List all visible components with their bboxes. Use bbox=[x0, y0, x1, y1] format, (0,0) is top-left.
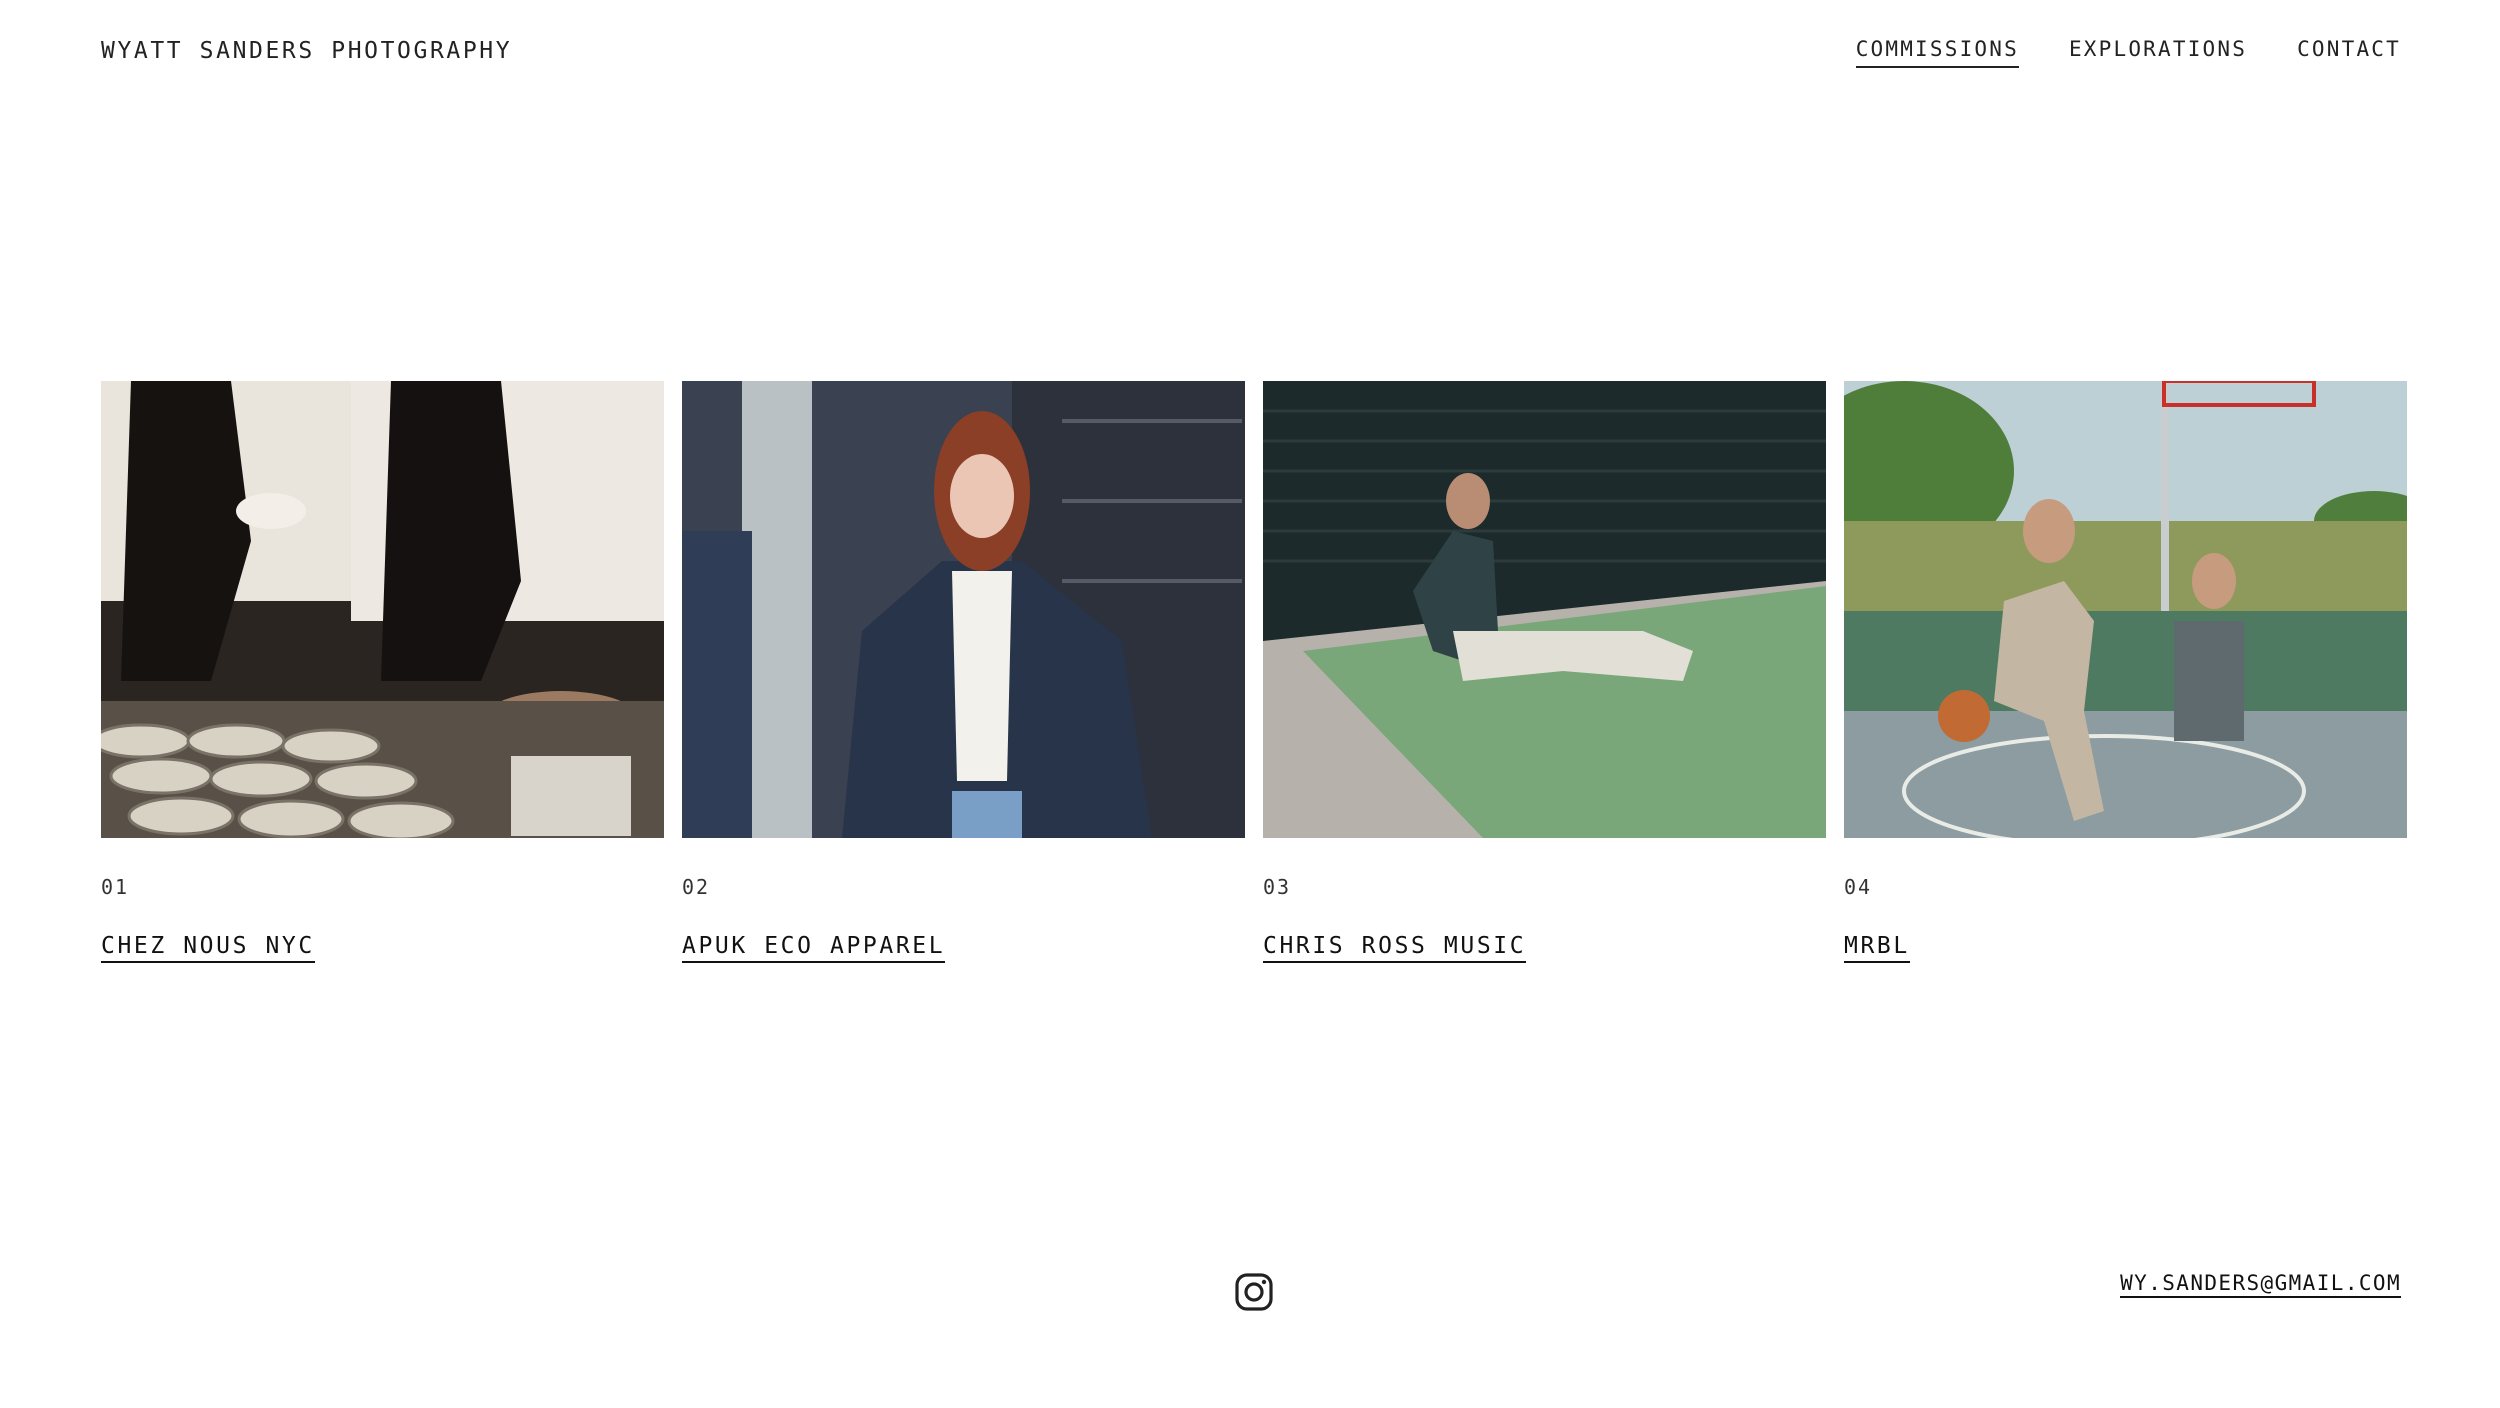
project-number: 01 bbox=[101, 875, 130, 899]
basketball-players-court-photo[interactable] bbox=[1844, 381, 2407, 838]
nav-contact[interactable]: CONTACT bbox=[2297, 37, 2401, 68]
project-title-link[interactable]: CHEZ NOUS NYC bbox=[101, 933, 315, 963]
nav-explorations[interactable]: EXPLORATIONS bbox=[2069, 37, 2247, 68]
chefs-plating-food-photo[interactable] bbox=[101, 381, 664, 838]
project-title-link[interactable]: CHRIS ROSS MUSIC bbox=[1263, 933, 1527, 963]
project-card-mrbl: 04 MRBL bbox=[1844, 381, 2407, 963]
project-grid: 01 CHEZ NOUS NYC 02 APUK ECO APPAREL 03 … bbox=[101, 381, 2409, 963]
project-number: 03 bbox=[1263, 875, 1292, 899]
project-number: 02 bbox=[682, 875, 711, 899]
instagram-icon[interactable] bbox=[1234, 1272, 1274, 1312]
man-sitting-on-turf-photo[interactable] bbox=[1263, 381, 1826, 838]
nav-commissions[interactable]: COMMISSIONS bbox=[1855, 37, 2019, 68]
project-number: 04 bbox=[1844, 875, 1873, 899]
site-title[interactable]: WYATT SANDERS PHOTOGRAPHY bbox=[101, 38, 512, 64]
main-nav: COMMISSIONS EXPLORATIONS CONTACT bbox=[1855, 37, 2401, 68]
woman-denim-jacket-street-photo[interactable] bbox=[682, 381, 1245, 838]
project-title-link[interactable]: MRBL bbox=[1844, 933, 1910, 963]
email-link[interactable]: WY.SANDERS@GMAIL.COM bbox=[2120, 1271, 2401, 1298]
project-title-link[interactable]: APUK ECO APPAREL bbox=[682, 933, 946, 963]
project-card-chris-ross-music: 03 CHRIS ROSS MUSIC bbox=[1263, 381, 1826, 963]
project-card-apuk-eco-apparel: 02 APUK ECO APPAREL bbox=[682, 381, 1245, 963]
project-card-chez-nous-nyc: 01 CHEZ NOUS NYC bbox=[101, 381, 664, 963]
